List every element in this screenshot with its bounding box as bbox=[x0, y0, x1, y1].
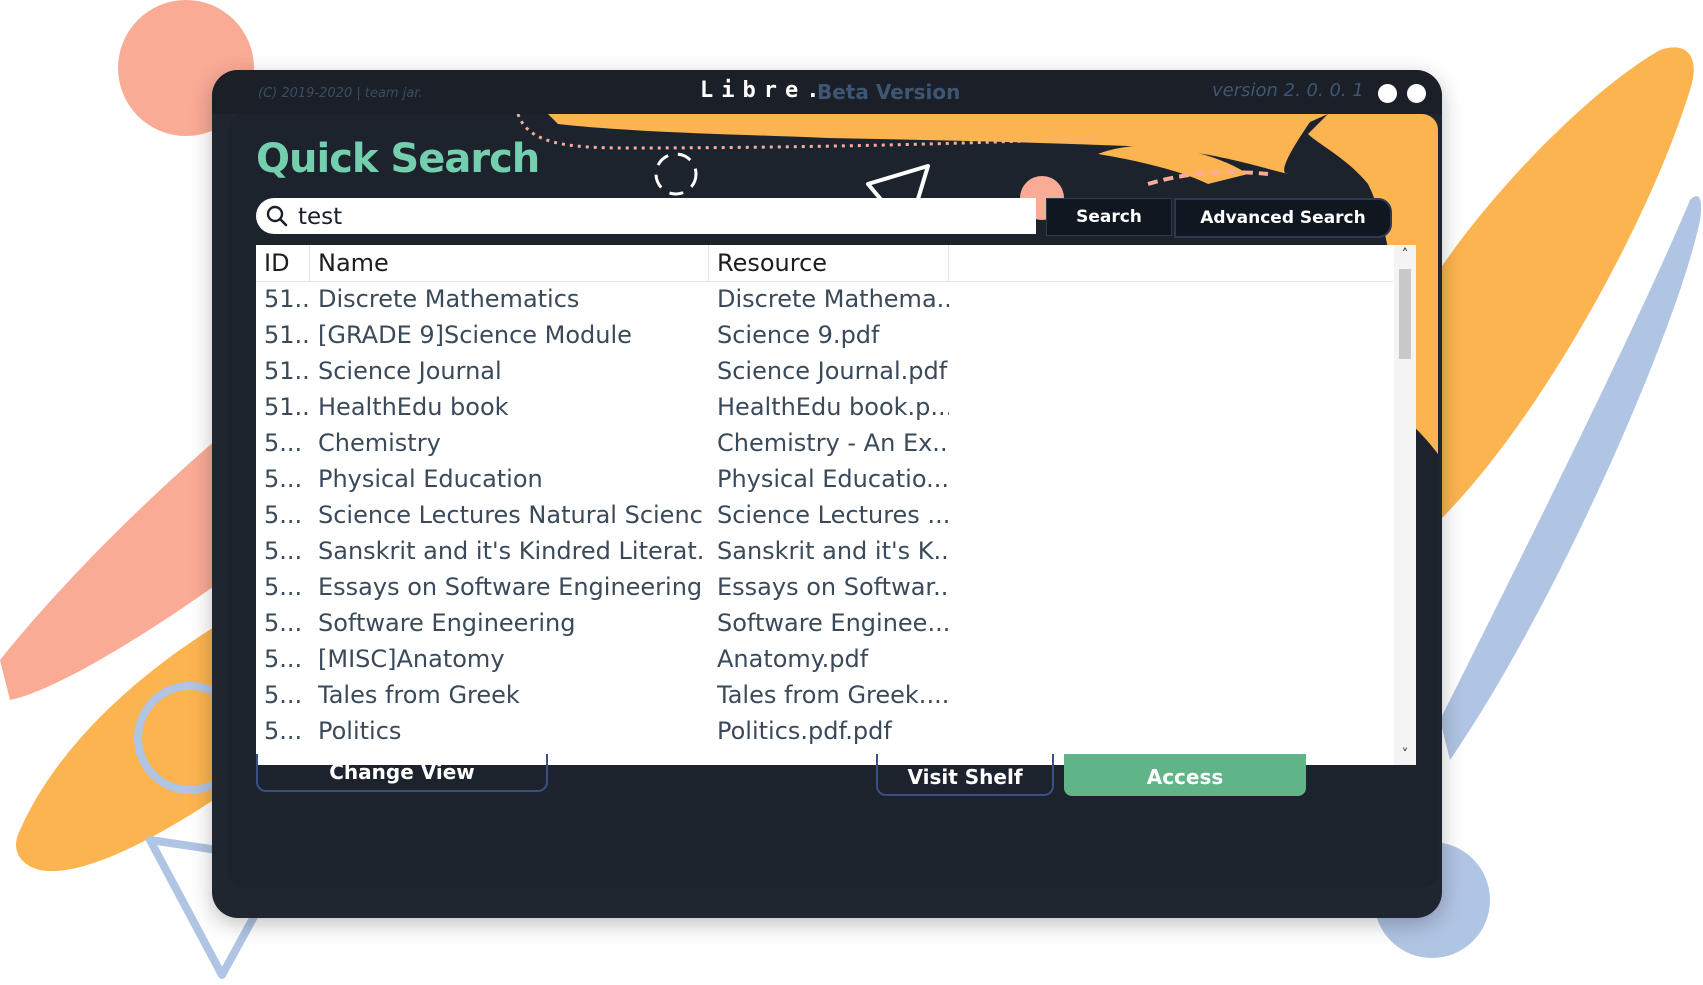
column-header-resource[interactable]: Resource bbox=[709, 245, 949, 281]
change-view-button[interactable]: Change View bbox=[256, 754, 548, 792]
cell-name: HealthEdu book bbox=[318, 393, 509, 421]
cell-id: 5... bbox=[264, 501, 303, 529]
cell-resource: Essays on Softwar... bbox=[717, 573, 949, 601]
cell-name: Software Engineering bbox=[318, 609, 576, 637]
copyright-text: (C) 2019-2020 | team jar. bbox=[258, 86, 423, 101]
cell-resource: Chemistry - An Ex... bbox=[717, 429, 949, 457]
main-content: Quick Search Search Advanced Search ID N… bbox=[228, 114, 1438, 888]
minimize-button[interactable] bbox=[1378, 84, 1397, 103]
app-window: (C) 2019-2020 | team jar. Libre. Beta Ve… bbox=[212, 70, 1442, 918]
cell-resource: Anatomy.pdf bbox=[717, 645, 869, 673]
cell-name: Essays on Software Engineering bbox=[318, 573, 703, 601]
cell-id: 5... bbox=[264, 717, 303, 745]
beta-label: Beta Version bbox=[817, 80, 961, 104]
table-body: 51... Discrete Mathematics Discrete Mathem… bbox=[256, 281, 1393, 749]
chevron-down-icon[interactable]: ˅ bbox=[1394, 745, 1416, 765]
cell-resource: Sanskrit and it's K... bbox=[717, 537, 949, 565]
table-row[interactable]: 51... Discrete Mathematics Discrete Mathem… bbox=[256, 281, 1393, 317]
column-header-id[interactable]: ID bbox=[256, 245, 310, 281]
cell-name: Physical Education bbox=[318, 465, 543, 493]
table-row[interactable]: 5... Sanskrit and it's Kindred Literat...… bbox=[256, 533, 1393, 569]
cell-id: 5... bbox=[264, 573, 303, 601]
chevron-up-icon[interactable]: ˄ bbox=[1394, 245, 1416, 265]
table-row[interactable]: 5... Tales from Greek Tales from Greek.... bbox=[256, 677, 1393, 713]
cell-name: Chemistry bbox=[318, 429, 441, 457]
table-row[interactable]: 5... Essays on Software Engineering Essays… bbox=[256, 569, 1393, 605]
cell-name: Science Lectures Natural Science bbox=[318, 501, 703, 529]
cell-id: 51... bbox=[264, 321, 308, 349]
cell-name: Politics bbox=[318, 717, 402, 745]
vertical-scrollbar[interactable]: ˄ ˅ bbox=[1394, 245, 1416, 765]
scroll-thumb[interactable] bbox=[1399, 269, 1411, 359]
search-icon bbox=[266, 205, 288, 227]
table-header: ID Name Resource bbox=[256, 245, 1393, 282]
table-row[interactable]: 5... Science Lectures Natural Science Scie… bbox=[256, 497, 1393, 533]
cell-name: Discrete Mathematics bbox=[318, 285, 580, 313]
version-label: version 2. 0. 0. 1 bbox=[1212, 80, 1364, 101]
close-button[interactable] bbox=[1407, 84, 1426, 103]
cell-id: 5... bbox=[264, 609, 303, 637]
cell-name: Sanskrit and it's Kindred Literat... bbox=[318, 537, 703, 565]
table-row[interactable]: 5... Politics Politics.pdf.pdf bbox=[256, 713, 1393, 749]
search-button[interactable]: Search bbox=[1046, 198, 1172, 236]
cell-id: 5... bbox=[264, 645, 303, 673]
table-row[interactable]: 5... [MISC]Anatomy Anatomy.pdf bbox=[256, 641, 1393, 677]
cell-resource: Science 9.pdf bbox=[717, 321, 880, 349]
advanced-search-button[interactable]: Advanced Search bbox=[1174, 198, 1392, 238]
cell-resource: Discrete Mathema... bbox=[717, 285, 949, 313]
cell-resource: Software Enginee... bbox=[717, 609, 949, 637]
table-row[interactable]: 5... Physical Education Physical Educatio.… bbox=[256, 461, 1393, 497]
cell-id: 51... bbox=[264, 393, 308, 421]
cell-resource: Politics.pdf.pdf bbox=[717, 717, 892, 745]
search-input[interactable] bbox=[296, 200, 1020, 234]
access-button[interactable]: Access bbox=[1064, 754, 1306, 796]
cell-resource: Science Lectures ... bbox=[717, 501, 949, 529]
visit-shelf-button[interactable]: Visit Shelf bbox=[876, 754, 1054, 796]
table-row[interactable]: 51... Science Journal Science Journal.pdf bbox=[256, 353, 1393, 389]
cell-name: [GRADE 9]Science Module bbox=[318, 321, 632, 349]
page-title: Quick Search bbox=[256, 136, 540, 182]
cell-id: 51... bbox=[264, 357, 308, 385]
column-header-name[interactable]: Name bbox=[310, 245, 709, 281]
table-row[interactable]: 51... [GRADE 9]Science Module Science 9.pd… bbox=[256, 317, 1393, 353]
cell-name: [MISC]Anatomy bbox=[318, 645, 505, 673]
cell-id: 5... bbox=[264, 429, 303, 457]
title-bar[interactable]: (C) 2019-2020 | team jar. Libre. Beta Ve… bbox=[212, 70, 1442, 114]
cell-resource: Science Journal.pdf bbox=[717, 357, 948, 385]
results-table: ID Name Resource 51... Discrete Mathemati… bbox=[256, 245, 1416, 765]
cell-resource: HealthEdu book.p... bbox=[717, 393, 949, 421]
table-row[interactable]: 51... HealthEdu book HealthEdu book.p... bbox=[256, 389, 1393, 425]
cell-resource: Tales from Greek.... bbox=[717, 681, 949, 709]
cell-id: 5... bbox=[264, 681, 303, 709]
table-row[interactable]: 5... Software Engineering Software Enginee… bbox=[256, 605, 1393, 641]
table-row[interactable]: 5... Chemistry Chemistry - An Ex... bbox=[256, 425, 1393, 461]
cell-id: 5... bbox=[264, 465, 303, 493]
app-title: Libre. bbox=[700, 78, 828, 103]
cell-resource: Physical Educatio... bbox=[717, 465, 949, 493]
cell-id: 5... bbox=[264, 537, 303, 565]
cell-name: Science Journal bbox=[318, 357, 502, 385]
cell-name: Tales from Greek bbox=[318, 681, 520, 709]
cell-id: 51... bbox=[264, 285, 308, 313]
search-bar[interactable] bbox=[256, 198, 1036, 234]
